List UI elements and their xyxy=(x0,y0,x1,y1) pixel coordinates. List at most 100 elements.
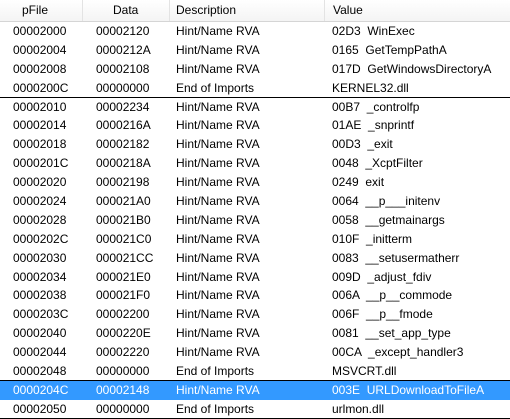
cell-value: 006F __p__fmode xyxy=(332,307,433,322)
column-header-data[interactable]: Data xyxy=(83,0,170,21)
cell-data: 000021CC xyxy=(96,250,154,265)
cell-description: Hint/Name RVA xyxy=(176,194,260,209)
cell-description: Hint/Name RVA xyxy=(176,61,260,76)
cell-data: 000021A0 xyxy=(96,194,151,209)
cell-value: 0064 __p___initenv xyxy=(332,194,441,209)
cell-value: 010F _initterm xyxy=(332,231,413,246)
imports-table: pFile Data Description Value 00002000 000… xyxy=(0,0,510,419)
cell-pfile: 00002020 xyxy=(13,175,67,190)
table-row[interactable]: 00002038 000021F0 Hint/Name RVA 006A __p__c… xyxy=(0,286,510,305)
cell-value: 006A __p__commode xyxy=(332,288,453,303)
cell-pfile: 00002048 xyxy=(13,364,67,379)
cell-data: 0000220E xyxy=(96,326,151,341)
table-row[interactable]: 00002018 00002182 Hint/Name RVA 00D3 _exit xyxy=(0,135,510,154)
cell-pfile: 00002050 xyxy=(13,401,67,416)
cell-value: urlmon.dll xyxy=(332,401,385,416)
table-row[interactable]: 00002050 00000000 End of Imports urlmon.dll xyxy=(0,400,510,419)
cell-data: 00002182 xyxy=(96,137,150,152)
cell-pfile: 00002004 xyxy=(13,42,67,57)
cell-description: Hint/Name RVA xyxy=(176,382,260,397)
cell-data: 00000000 xyxy=(96,80,150,95)
table-row[interactable]: 00002020 00002198 Hint/Name RVA 0249 exit xyxy=(0,173,510,192)
column-header-value[interactable]: Value xyxy=(325,0,510,21)
cell-description: Hint/Name RVA xyxy=(176,24,260,38)
table-row[interactable]: 00002000 00002120 Hint/Name RVA 02D3 WinExe… xyxy=(0,22,510,41)
table-row[interactable]: 00002008 00002108 Hint/Name RVA 017D GetWin… xyxy=(0,60,510,79)
cell-pfile: 0000203C xyxy=(13,307,69,322)
column-header-pfile[interactable]: pFile xyxy=(0,0,83,21)
cell-value: 0058 __getmainargs xyxy=(332,212,445,227)
cell-value: 017D GetWindowsDirectoryA xyxy=(332,61,492,76)
cell-data: 0000218A xyxy=(96,156,151,171)
cell-description: Hint/Name RVA xyxy=(176,288,260,303)
cell-value: 0165 GetTempPathA xyxy=(332,42,447,57)
table-row[interactable]: 00002024 000021A0 Hint/Name RVA 0064 __p___… xyxy=(0,192,510,211)
table-row[interactable]: 00002028 000021B0 Hint/Name RVA 0058 __getm… xyxy=(0,211,510,230)
cell-description: Hint/Name RVA xyxy=(176,175,260,190)
table-row[interactable]: 00002030 000021CC Hint/Name RVA 0083 __setu… xyxy=(0,249,510,268)
table-row[interactable]: 00002044 00002220 Hint/Name RVA 00CA _excep… xyxy=(0,343,510,362)
cell-pfile: 0000202C xyxy=(13,231,69,246)
cell-pfile: 0000201C xyxy=(13,156,69,171)
cell-data: 00002200 xyxy=(96,307,150,322)
cell-value: 02D3 WinExec xyxy=(332,24,415,38)
cell-data: 00002120 xyxy=(96,24,150,38)
table-row[interactable]: 00002014 0000216A Hint/Name RVA 01AE _snpri… xyxy=(0,116,510,135)
cell-pfile: 00002040 xyxy=(13,326,67,341)
cell-pfile: 00002038 xyxy=(13,288,67,303)
cell-pfile: 00002044 xyxy=(13,345,67,360)
cell-pfile: 00002024 xyxy=(13,194,67,209)
table-row[interactable]: 0000201C 0000218A Hint/Name RVA 0048 _XcptF… xyxy=(0,154,510,173)
table-row[interactable]: 00002010 00002234 Hint/Name RVA 00B7 _contr… xyxy=(0,98,510,117)
column-header-description[interactable]: Description xyxy=(170,0,325,21)
cell-description: Hint/Name RVA xyxy=(176,326,260,341)
cell-description: Hint/Name RVA xyxy=(176,345,260,360)
table-row[interactable]: 00002034 000021E0 Hint/Name RVA 009D _adjus… xyxy=(0,268,510,287)
table-row[interactable]: 0000203C 00002200 Hint/Name RVA 006F __p__f… xyxy=(0,305,510,324)
column-header: pFile Data Description Value xyxy=(0,0,510,22)
cell-data: 000021C0 xyxy=(96,231,152,246)
cell-value: 0249 exit xyxy=(332,175,385,190)
cell-pfile: 00002018 xyxy=(13,137,67,152)
table-row[interactable]: 00002004 0000212A Hint/Name RVA 0165 GetTem… xyxy=(0,41,510,60)
cell-pfile: 00002000 xyxy=(13,24,67,38)
cell-value: 01AE _snprintf xyxy=(332,118,415,133)
cell-data: 0000212A xyxy=(96,42,151,57)
cell-value: 0081 __set_app_type xyxy=(332,326,451,341)
cell-description: Hint/Name RVA xyxy=(176,42,260,57)
table-row[interactable]: 0000204C 00002148 Hint/Name RVA 003E URLDow… xyxy=(0,380,510,400)
cell-description: Hint/Name RVA xyxy=(176,269,260,284)
cell-data: 000021B0 xyxy=(96,212,151,227)
table-body: 00002000 00002120 Hint/Name RVA 02D3 WinExe… xyxy=(0,22,510,419)
cell-description: Hint/Name RVA xyxy=(176,307,260,322)
cell-data: 0000216A xyxy=(96,118,151,133)
cell-data: 00002148 xyxy=(96,382,150,397)
cell-data: 00002234 xyxy=(96,99,150,114)
cell-value: 0083 __setusermatherr xyxy=(332,250,460,265)
cell-description: End of Imports xyxy=(176,364,255,379)
cell-pfile: 0000200C xyxy=(13,80,69,95)
cell-data: 00002108 xyxy=(96,61,150,76)
cell-pfile: 0000204C xyxy=(13,382,69,397)
table-row[interactable]: 0000200C 00000000 End of Imports KERNEL32.d… xyxy=(0,79,510,98)
cell-description: Hint/Name RVA xyxy=(176,231,260,246)
cell-data: 000021E0 xyxy=(96,269,151,284)
cell-pfile: 00002030 xyxy=(13,250,67,265)
cell-value: KERNEL32.dll xyxy=(332,80,409,95)
cell-data: 00002198 xyxy=(96,175,150,190)
cell-description: Hint/Name RVA xyxy=(176,118,260,133)
cell-value: 009D _adjust_fdiv xyxy=(332,269,432,284)
cell-value: MSVCRT.dll xyxy=(332,364,397,379)
table-row[interactable]: 00002040 0000220E Hint/Name RVA 0081 __set_… xyxy=(0,324,510,343)
table-row[interactable]: 0000202C 000021C0 Hint/Name RVA 010F _initt… xyxy=(0,230,510,249)
cell-value: 00B7 _controlfp xyxy=(332,99,420,114)
cell-pfile: 00002010 xyxy=(13,99,67,114)
cell-data: 00002220 xyxy=(96,345,150,360)
cell-pfile: 00002014 xyxy=(13,118,67,133)
cell-description: Hint/Name RVA xyxy=(176,212,260,227)
table-row[interactable]: 00002048 00000000 End of Imports MSVCRT.dll xyxy=(0,362,510,381)
cell-description: Hint/Name RVA xyxy=(176,250,260,265)
cell-description: Hint/Name RVA xyxy=(176,156,260,171)
cell-pfile: 00002008 xyxy=(13,61,67,76)
cell-value: 00D3 _exit xyxy=(332,137,393,152)
